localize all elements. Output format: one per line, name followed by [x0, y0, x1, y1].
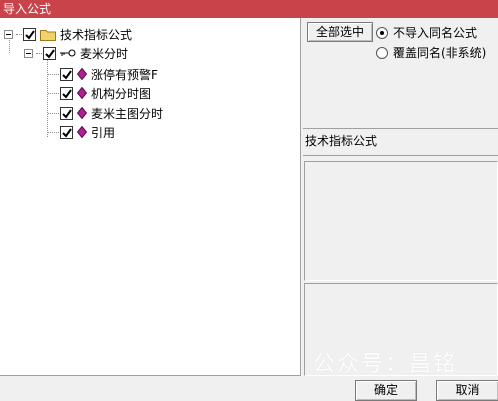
tree-node-root[interactable]: 技术指标公式: [4, 25, 132, 43]
radio-label: 覆盖同名(非系统): [393, 46, 487, 60]
gem-icon: [77, 126, 87, 138]
tree-node-label: 机构分时图: [91, 86, 152, 101]
item-checkbox[interactable]: [60, 67, 73, 81]
select-all-button[interactable]: 全部选中: [307, 22, 373, 42]
tree-node-label: 技术指标公式: [60, 27, 133, 42]
collapse-icon[interactable]: [4, 29, 13, 39]
tree-node-label: 涨停有预警F: [91, 67, 158, 82]
tree-node-item[interactable]: 麦米主图分时: [60, 104, 163, 122]
item-checkbox[interactable]: [60, 106, 73, 120]
watermark: 公众号：昌铭: [313, 352, 458, 377]
tree-connector: [47, 58, 48, 137]
tree-node-item[interactable]: 机构分时图: [60, 84, 151, 102]
category-header: 技术指标公式: [303, 128, 498, 156]
radio-overwrite[interactable]: 覆盖同名(非系统): [376, 44, 486, 61]
gem-icon: [77, 87, 87, 99]
radio-label: 不导入同名公式: [393, 26, 478, 40]
collapse-icon[interactable]: [24, 48, 33, 58]
tree-node-label: 麦米主图分时: [91, 106, 164, 121]
item-checkbox[interactable]: [60, 86, 73, 100]
category-label: 技术指标公式: [305, 134, 378, 148]
radio-no-import[interactable]: 不导入同名公式: [376, 24, 477, 41]
item-checkbox[interactable]: [60, 125, 73, 139]
cancel-button[interactable]: 取消: [436, 380, 498, 401]
tree-connector: [48, 74, 59, 75]
button-bar: 确定 取消: [0, 376, 498, 401]
tree-connector: [48, 93, 59, 94]
group-checkbox[interactable]: [43, 46, 56, 60]
tree-node-item[interactable]: 引用: [60, 123, 115, 141]
tree-node-label: 麦米分时: [80, 46, 129, 61]
ok-button[interactable]: 确定: [355, 380, 417, 401]
radio-button-icon[interactable]: [376, 26, 388, 39]
tree-node-label: 引用: [91, 125, 116, 140]
options-panel: 全部选中 不导入同名公式 覆盖同名(非系统) 技术指标公式: [302, 18, 498, 376]
tree-connector: [16, 33, 22, 35]
root-checkbox[interactable]: [23, 27, 36, 41]
gem-icon: [77, 107, 87, 119]
formula-tree[interactable]: 技术指标公式 麦米分时 涨停有预警F 机构分时图 麦米主图分时 引用: [0, 18, 301, 376]
gem-icon: [77, 68, 87, 80]
description-box: [304, 161, 498, 281]
radio-button-icon[interactable]: [376, 46, 388, 59]
tree-connector: [48, 113, 59, 114]
key-icon: [60, 49, 76, 57]
tree-connector: [36, 52, 42, 54]
tree-node-item[interactable]: 涨停有预警F: [60, 65, 158, 83]
tree-node-group[interactable]: 麦米分时: [24, 44, 128, 62]
tree-connector: [48, 132, 59, 133]
window-title: 导入公式: [0, 0, 498, 18]
folder-icon: [40, 29, 56, 41]
